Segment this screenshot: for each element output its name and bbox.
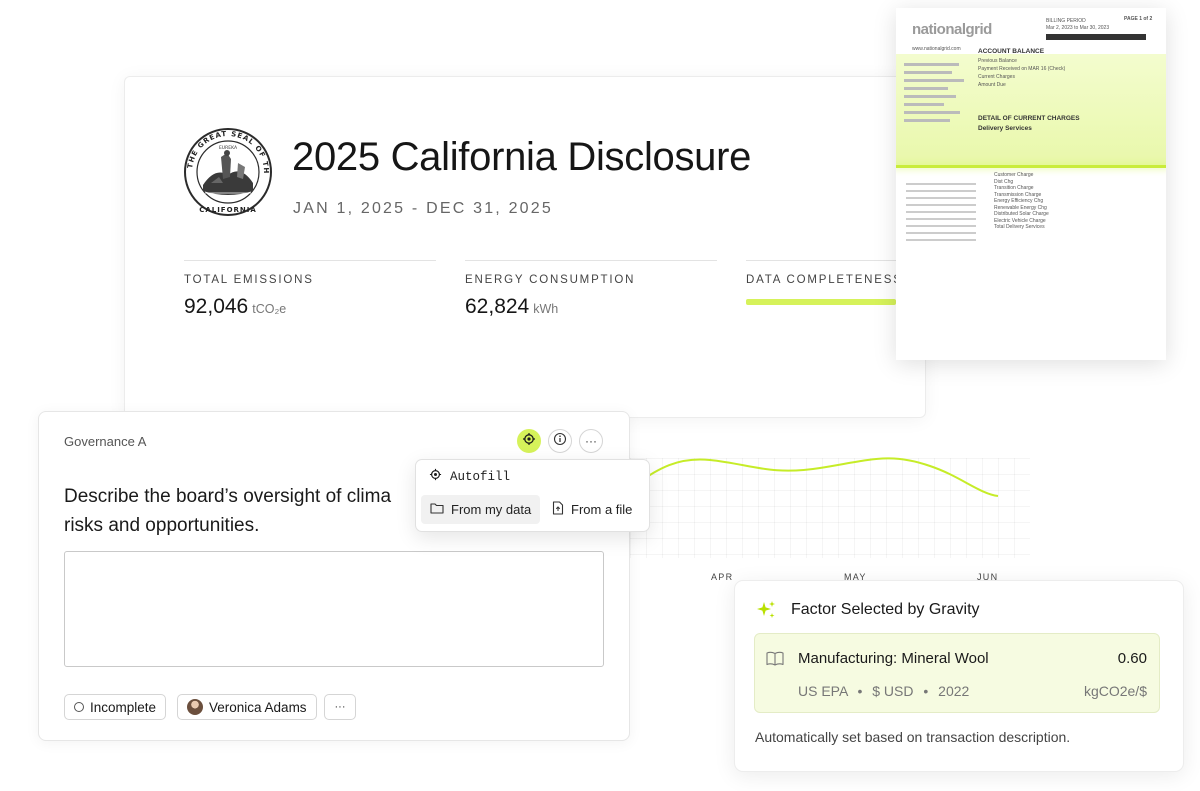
autofill-title: Autofill	[450, 469, 511, 484]
book-icon	[766, 651, 784, 671]
sparkles-icon	[755, 599, 777, 626]
disclosure-card: THE GREAT SEAL OF THE STATE OF CALIFORNI…	[124, 76, 998, 418]
bill-line: Payment Received on MAR 16 (Check)	[978, 66, 1066, 72]
svg-text:CALIFORNIA: CALIFORNIA	[199, 206, 257, 214]
factor-name: Manufacturing: Mineral Wool	[798, 650, 989, 667]
bill-charge-line: Dist Chg	[994, 178, 1014, 185]
autofill-option-label: From my data	[451, 502, 532, 517]
metric-number: 62,824	[465, 295, 530, 318]
bill-line: Previous Balance	[978, 58, 1017, 64]
bill-section-title: Delivery Services	[978, 125, 1032, 132]
metric-number: 92,046	[184, 295, 249, 318]
autofill-menu: Autofill From my data From a file	[415, 459, 650, 532]
autofill-menu-header: Autofill	[429, 468, 510, 485]
answer-textarea[interactable]	[64, 551, 604, 667]
info-icon	[553, 432, 567, 451]
factor-source: US EPA	[798, 683, 848, 699]
ellipsis-icon: ···	[334, 701, 346, 713]
bill-line: Amount Due	[978, 82, 1006, 88]
factor-value: 0.60	[1117, 650, 1147, 667]
factor-year: 2022	[938, 683, 970, 699]
factor-card-title: Factor Selected by Gravity	[791, 601, 980, 618]
utility-bill-document: nationalgrid BILLING PERIOD Mar 2, 2023 …	[896, 8, 1166, 360]
bill-scan-line	[896, 165, 1166, 168]
gravity-sparkle-icon	[429, 468, 442, 485]
california-seal-icon: THE GREAT SEAL OF THE STATE OF CALIFORNI…	[183, 127, 272, 216]
metric-energy-consumption: ENERGY CONSUMPTION 62,824 kWh	[465, 260, 717, 319]
autofill-option-label: From a file	[571, 502, 633, 517]
autofill-from-file[interactable]: From a file	[543, 495, 641, 524]
question-line: Describe the board’s oversight of clima	[64, 486, 392, 507]
bill-logo: nationalgrid	[912, 21, 992, 38]
metric-label: TOTAL EMISSIONS	[184, 274, 314, 286]
assignee-chip[interactable]: Veronica Adams	[177, 694, 317, 720]
incomplete-status-icon	[74, 702, 84, 712]
metric-value: 62,824 kWh	[465, 295, 717, 319]
emission-factor-card: Factor Selected by Gravity Manufacturing…	[734, 580, 1184, 772]
factor-metadata: US EPA • $ USD • 2022	[798, 683, 970, 699]
chart-month-label: APR	[711, 572, 734, 582]
data-completeness-bar	[746, 299, 896, 305]
more-options-button[interactable]: ···	[579, 429, 603, 453]
disclosure-date-range: JAN 1, 2025 - DEC 31, 2025	[293, 200, 553, 217]
question-section-label: Governance A	[64, 434, 147, 449]
usage-chart	[630, 457, 999, 497]
metric-label: ENERGY CONSUMPTION	[465, 274, 636, 286]
question-text: Describe the board’s oversight of clima …	[64, 482, 464, 540]
metric-total-emissions: TOTAL EMISSIONS 92,046 tCO₂e	[184, 260, 436, 319]
bill-charge-line: Transmission Charge	[994, 191, 1042, 198]
info-button[interactable]	[548, 429, 572, 453]
factor-note: Automatically set based on transaction d…	[755, 729, 1071, 745]
folder-icon	[430, 502, 444, 517]
avatar	[187, 699, 203, 715]
bill-charge-line: Distributed Solar Charge	[994, 211, 1049, 217]
bill-section-title: ACCOUNT BALANCE	[978, 48, 1045, 55]
bill-section-title: DETAIL OF CURRENT CHARGES	[978, 115, 1080, 122]
bill-charge-line: Total Delivery Services	[994, 224, 1045, 230]
file-upload-icon	[552, 501, 564, 518]
bill-charge-line: Energy Efficiency Chg	[994, 198, 1044, 204]
svg-text:EUREKA: EUREKA	[219, 145, 238, 151]
usage-line	[630, 457, 999, 497]
chip-more-button[interactable]: ···	[324, 694, 356, 720]
metric-value: 92,046 tCO₂e	[184, 295, 436, 319]
factor-unit: kgCO2e/$	[1083, 683, 1147, 699]
autofill-from-my-data[interactable]: From my data	[421, 495, 541, 524]
ellipsis-icon: ···	[585, 434, 597, 448]
metric-unit: tCO₂e	[252, 302, 287, 316]
question-line: risks and opportunities.	[64, 515, 260, 536]
autofill-button[interactable]	[517, 429, 541, 453]
bill-charge-line: Transition Charge	[994, 185, 1034, 191]
status-label: Incomplete	[90, 699, 157, 715]
gravity-sparkle-icon	[522, 432, 536, 451]
status-chip[interactable]: Incomplete	[64, 694, 167, 720]
assignee-name: Veronica Adams	[209, 699, 307, 715]
bill-charge-line: Renewable Energy Chg	[994, 204, 1047, 211]
bill-line: Current Charges	[978, 74, 1015, 80]
factor-currency: $ USD	[872, 683, 914, 699]
bill-charge-line: Electric Vehicle Charge	[994, 217, 1046, 224]
disclosure-title: 2025 California Disclosure	[292, 135, 752, 179]
bill-charge-line: Customer Charge	[994, 172, 1034, 178]
metric-unit: kWh	[533, 302, 559, 316]
selected-factor[interactable]: Manufacturing: Mineral Wool 0.60 US EPA …	[754, 633, 1160, 713]
